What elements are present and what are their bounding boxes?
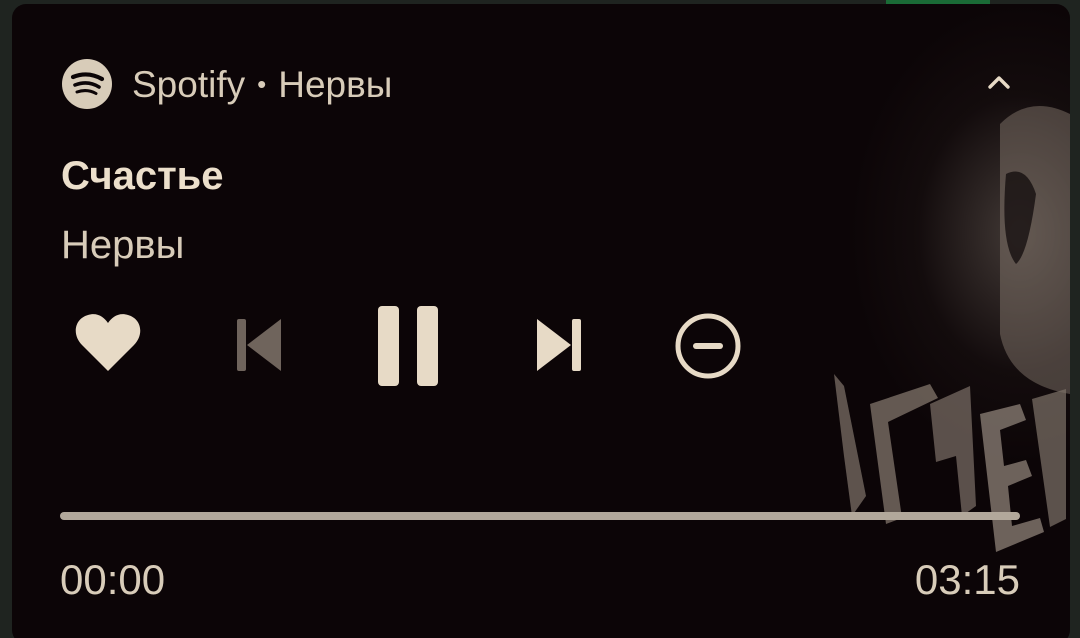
- header-subtitle: Нервы: [278, 63, 393, 105]
- pause-button[interactable]: [368, 298, 448, 394]
- dismiss-button[interactable]: [668, 306, 748, 386]
- chevron-up-icon: [988, 76, 1010, 89]
- next-button[interactable]: [524, 310, 594, 380]
- album-art-graphic: [834, 106, 1070, 552]
- collapse-button[interactable]: [980, 66, 1018, 98]
- progress-bar[interactable]: [60, 512, 1020, 520]
- like-button[interactable]: [70, 304, 146, 380]
- notification-header: Spotify • Нервы: [62, 56, 392, 112]
- header-separator: •: [257, 69, 267, 99]
- track-artist: Нервы: [61, 223, 185, 267]
- app-name: Spotify: [132, 63, 246, 105]
- minus-circle-icon: [675, 313, 741, 379]
- media-notification[interactable]: Spotify • Нервы Счастье Нервы 00:00 03:1…: [12, 4, 1070, 638]
- track-title: Счастье: [61, 154, 224, 198]
- skip-next-icon: [537, 319, 581, 371]
- elapsed-time: 00:00: [60, 556, 166, 603]
- heart-icon: [75, 314, 141, 371]
- album-art: [770, 4, 1070, 638]
- pause-icon: [378, 306, 438, 386]
- skip-previous-icon: [237, 319, 281, 371]
- total-time: 03:15: [914, 556, 1020, 603]
- spotify-icon: [62, 59, 112, 109]
- screen: Spotify • Нервы Счастье Нервы 00:00 03:1…: [0, 0, 1080, 638]
- previous-button[interactable]: [224, 310, 294, 380]
